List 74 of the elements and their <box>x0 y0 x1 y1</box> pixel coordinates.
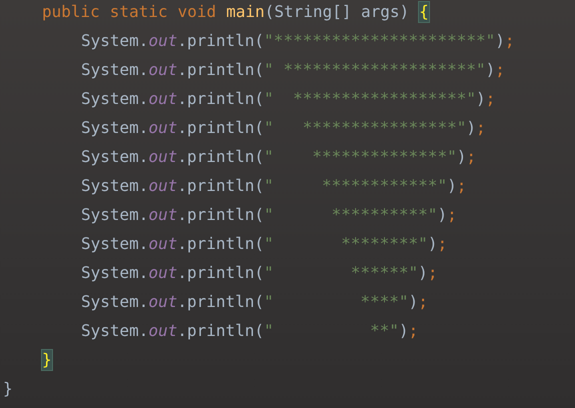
code-text: System. <box>81 292 148 312</box>
field-name: out <box>148 118 178 138</box>
field-name: out <box>148 30 178 50</box>
code-text: ) <box>418 262 428 282</box>
field-name: out <box>148 146 178 166</box>
code-text: System. <box>81 118 148 138</box>
semicolon: ; <box>486 88 496 108</box>
code-text: .println( <box>177 292 264 312</box>
field-name: out <box>148 234 178 254</box>
code-text: .println( <box>177 262 264 282</box>
field-name: out <box>148 292 178 312</box>
semicolon: ; <box>428 262 438 282</box>
field-name: out <box>148 262 178 282</box>
code-text: System. <box>81 262 148 282</box>
code-text: System. <box>81 60 148 80</box>
string-literal: " ****************" <box>264 118 466 138</box>
code-text: ) <box>447 176 457 196</box>
code-text: ) <box>398 320 409 340</box>
code-text: System. <box>81 204 148 224</box>
semicolon: ; <box>466 146 476 166</box>
code-text: ) <box>495 30 505 50</box>
code-text: System. <box>81 146 148 166</box>
keyword-token: void <box>178 2 216 22</box>
code-text: .println( <box>177 234 264 254</box>
brace: } <box>3 378 13 398</box>
field-name: out <box>148 88 178 108</box>
code-text: ) <box>466 118 476 138</box>
semicolon: ; <box>437 234 448 254</box>
code-text: ) <box>437 204 448 224</box>
code-text: .println( <box>177 320 264 340</box>
string-literal: " ****" <box>264 292 409 312</box>
string-literal: " **********" <box>264 204 438 224</box>
code-text: .println( <box>177 146 264 166</box>
code-text: ) <box>476 88 486 108</box>
keyword-token: static <box>110 2 168 22</box>
method-name: main <box>226 2 265 22</box>
semicolon: ; <box>504 30 515 50</box>
string-literal: " **" <box>264 320 399 340</box>
code-text: .println( <box>177 118 264 138</box>
semicolon: ; <box>495 60 505 80</box>
string-literal: " ********" <box>264 234 428 254</box>
code-text: ) <box>408 292 418 312</box>
semicolon: ; <box>476 118 486 138</box>
code-text: System. <box>81 320 148 340</box>
code-text: .println( <box>177 204 264 224</box>
keyword-token: public <box>42 2 100 22</box>
field-name: out <box>148 176 178 196</box>
semicolon: ; <box>418 292 428 312</box>
code-text: System. <box>81 88 148 108</box>
semicolon: ; <box>456 176 466 196</box>
field-name: out <box>148 60 178 80</box>
brace: } <box>42 350 52 370</box>
code-text: (String[] args) <box>264 2 410 22</box>
code-text: System. <box>81 234 148 254</box>
semicolon: ; <box>447 204 457 224</box>
string-literal: " ************" <box>264 176 448 196</box>
code-text: System. <box>81 176 148 196</box>
brace: { <box>419 2 429 22</box>
string-literal: "**********************" <box>264 30 496 50</box>
field-name: out <box>148 320 178 340</box>
string-literal: " ********************" <box>264 60 486 80</box>
code-text: ) <box>428 234 438 254</box>
semicolon: ; <box>408 320 418 340</box>
code-text: .println( <box>177 176 264 196</box>
string-literal: " ******" <box>264 262 418 282</box>
code-text: System. <box>81 30 148 50</box>
string-literal: " **************" <box>264 146 457 166</box>
code-text: .println( <box>177 30 264 50</box>
code-text: ) <box>456 146 466 166</box>
field-name: out <box>148 204 178 224</box>
code-text: ) <box>486 60 496 80</box>
code-text: .println( <box>177 88 264 108</box>
code-text: .println( <box>177 60 264 80</box>
string-literal: " ******************" <box>264 88 476 108</box>
